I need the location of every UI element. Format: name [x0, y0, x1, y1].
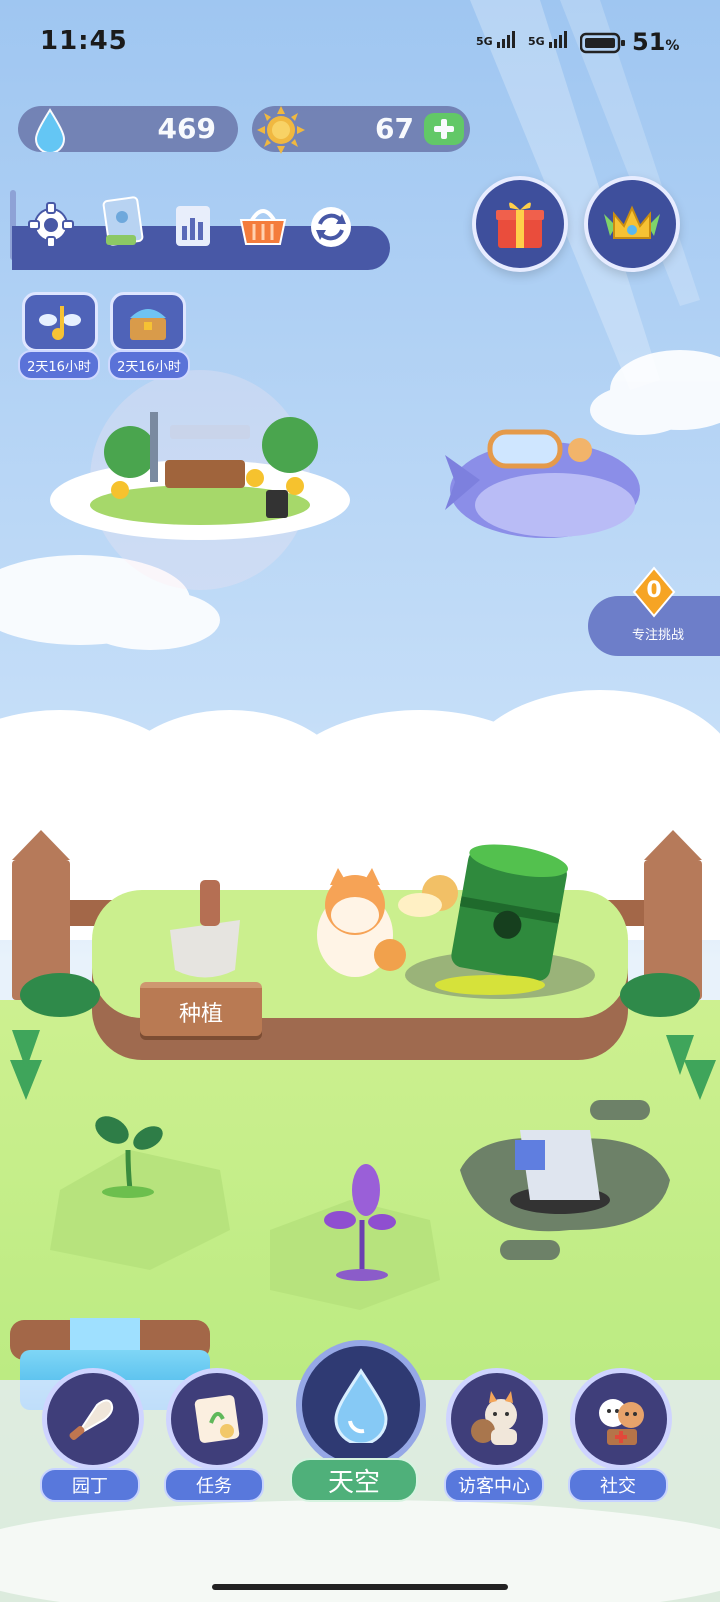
plus-icon	[434, 119, 454, 139]
water-drop-icon	[34, 108, 66, 152]
gear-icon	[28, 202, 74, 248]
sky-nav-button[interactable]	[296, 1340, 426, 1470]
basket-icon	[239, 209, 287, 245]
gardener-nav-label[interactable]: 园丁	[40, 1468, 140, 1502]
chart-icon	[176, 206, 210, 246]
trowel-icon	[69, 1399, 114, 1440]
battery-unit: %	[665, 38, 680, 54]
cat-visitors-icon	[471, 1391, 517, 1445]
green-sprout[interactable]	[90, 1110, 170, 1200]
music-event-tile[interactable]	[22, 292, 98, 352]
add-sun-button[interactable]	[424, 113, 464, 145]
sync-button[interactable]	[304, 200, 358, 254]
floating-garden-island[interactable]	[50, 380, 340, 540]
challenge-label: 专注挑战	[632, 628, 685, 643]
signal-bars-icon	[496, 31, 515, 48]
gardener-nav-button[interactable]	[42, 1368, 144, 1470]
water-value: 469	[157, 112, 216, 145]
water-counter: 469	[18, 106, 238, 152]
book-icon	[102, 196, 144, 246]
toxic-barrel[interactable]	[440, 850, 580, 990]
water-drop-icon	[334, 1368, 388, 1443]
music-event-timer: 2天16小时	[18, 350, 100, 380]
social-nav-label[interactable]: 社交	[568, 1468, 668, 1502]
cat-character[interactable]	[300, 870, 420, 970]
whale-airship[interactable]	[430, 410, 650, 550]
visitor-center-nav-label[interactable]: 访客中心	[444, 1468, 544, 1502]
home-indicator[interactable]	[212, 1584, 508, 1590]
signal-2: 5G	[528, 30, 571, 48]
signal-1: 5G	[476, 30, 519, 48]
focus-challenge-button[interactable]: 0 专注挑战	[588, 566, 720, 656]
sun-counter: 67	[252, 106, 470, 154]
signal-bars-icon	[548, 31, 567, 48]
treasure-chest-icon	[130, 309, 166, 340]
treasure-event-timer: 2天16小时	[108, 350, 190, 380]
refresh-icon	[311, 207, 351, 247]
challenge-badge: 0	[632, 566, 676, 620]
status-time: 11:45	[40, 26, 128, 56]
status-bar: 11:45 5G 5G 51%	[0, 0, 720, 80]
vip-crown-button[interactable]	[584, 176, 680, 272]
tasks-nav-label[interactable]: 任务	[164, 1468, 264, 1502]
challenge-count: 0	[646, 578, 662, 603]
purple-sprout[interactable]	[320, 1150, 400, 1280]
task-card-icon	[194, 1395, 240, 1443]
signal-2-label: 5G	[528, 35, 545, 48]
polluted-puddle-trash[interactable]	[470, 1110, 670, 1240]
stats-button[interactable]	[166, 198, 220, 252]
shop-button[interactable]	[236, 198, 290, 252]
plant-sign-button[interactable]: 种植	[140, 982, 262, 1036]
social-nav-button[interactable]	[570, 1368, 672, 1470]
signal-1-label: 5G	[476, 35, 493, 48]
friends-icon	[599, 1399, 644, 1445]
visitor-center-nav-button[interactable]	[446, 1368, 548, 1470]
sun-icon	[257, 106, 305, 154]
battery-icon	[580, 32, 625, 54]
settings-button[interactable]	[24, 198, 78, 252]
treasure-event-tile[interactable]	[110, 292, 186, 352]
battery-level: 51%	[632, 28, 679, 56]
gift-icon	[496, 202, 544, 248]
sun-value: 67	[375, 112, 414, 145]
tasks-nav-button[interactable]	[166, 1368, 268, 1470]
battery-value: 51	[632, 28, 666, 56]
music-note-icon	[39, 306, 81, 340]
gift-button[interactable]	[472, 176, 568, 272]
crown-icon	[604, 205, 660, 239]
sky-nav-label[interactable]: 天空	[290, 1458, 418, 1502]
guide-book-button[interactable]	[96, 196, 150, 250]
